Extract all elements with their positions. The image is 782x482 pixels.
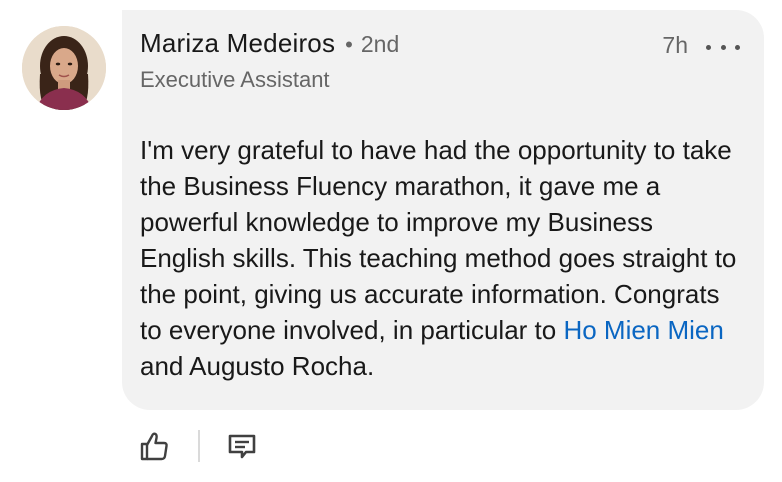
comment-text: I'm very grateful to have had the opport…	[140, 135, 737, 345]
ellipsis-dot	[720, 44, 726, 50]
comment-header: Mariza Medeiros • 2nd	[140, 28, 734, 64]
connection-degree: 2nd	[360, 31, 400, 57]
ellipsis-dot	[735, 44, 740, 50]
avatar-photo	[22, 26, 106, 110]
comment: Mariza Medeiros • 2nd Executive Assistan…	[0, 0, 782, 482]
like-button[interactable]	[136, 428, 172, 464]
ellipsis-icon	[706, 44, 711, 50]
comment-time: 7h	[662, 32, 688, 58]
comment-text-end: and Augusto Rocha.	[140, 351, 375, 381]
reply-button[interactable]	[224, 428, 260, 464]
more-options-button[interactable]	[706, 34, 740, 60]
comment-icon	[228, 434, 256, 459]
comment-body: I'm very grateful to have had the opport…	[140, 132, 740, 384]
comment-actions	[136, 428, 260, 464]
thumbs-up-icon	[140, 432, 168, 461]
author-avatar[interactable]	[22, 26, 106, 110]
comment-bubble: Mariza Medeiros • 2nd Executive Assistan…	[122, 10, 764, 410]
action-divider	[198, 430, 200, 462]
mention-link[interactable]: Ho Mien Mien	[563, 315, 723, 345]
author-headline: Executive Assistant	[140, 67, 330, 92]
author-name[interactable]: Mariza Medeiros	[140, 28, 335, 59]
degree-separator: •	[345, 32, 353, 57]
